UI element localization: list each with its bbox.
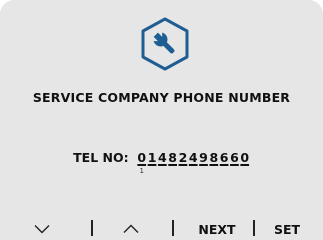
screen-panel: SERVICE COMPANY PHONE NUMBER TEL NO: 01 … (0, 0, 323, 240)
chevron-down-icon (34, 225, 50, 234)
next-button[interactable]: NEXT (186, 218, 248, 240)
softkey-bar: NEXT SET (0, 218, 323, 240)
phone-number-field[interactable]: TEL NO: 01 1 4 8 2 4 9 8 6 6 0 (0, 150, 323, 175)
down-button[interactable] (22, 218, 62, 240)
digit[interactable]: 8 (167, 150, 177, 165)
digit[interactable]: 8 (209, 150, 219, 165)
set-button[interactable]: SET (262, 218, 312, 240)
digit[interactable]: 0 (240, 150, 250, 165)
up-button[interactable] (111, 218, 151, 240)
divider (172, 220, 174, 236)
digit[interactable]: 4 (157, 150, 167, 165)
digit[interactable]: 1 (147, 150, 157, 165)
digit[interactable]: 9 (198, 150, 208, 165)
page-title: SERVICE COMPANY PHONE NUMBER (32, 90, 291, 105)
divider (253, 220, 255, 236)
digit[interactable]: 6 (229, 150, 239, 165)
chevron-up-icon (123, 224, 139, 233)
cursor-mark: 1 (139, 167, 144, 175)
phone-digits[interactable]: 01 1 4 8 2 4 9 8 6 6 0 (137, 150, 250, 175)
digit[interactable]: 4 (188, 150, 198, 165)
tel-label: TEL NO: (73, 150, 129, 165)
digit[interactable]: 01 (137, 150, 147, 175)
digit[interactable]: 6 (219, 150, 229, 165)
divider (91, 220, 93, 236)
digit[interactable]: 2 (178, 150, 188, 165)
wrench-hexagon-icon (139, 16, 191, 72)
